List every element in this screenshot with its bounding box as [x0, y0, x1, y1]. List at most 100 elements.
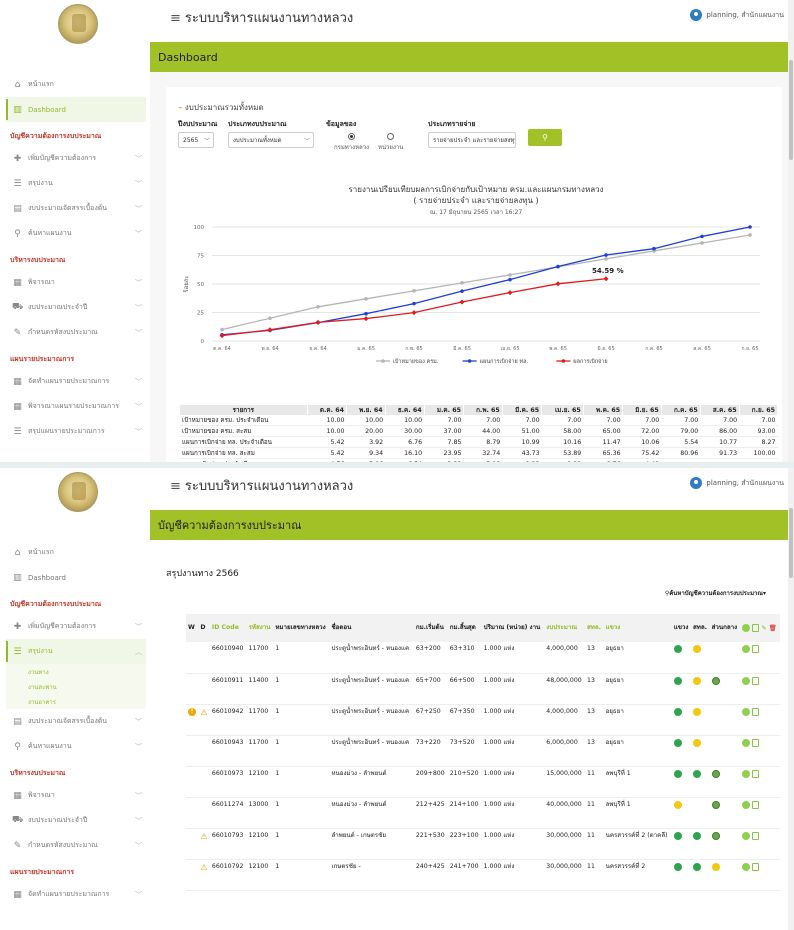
status-y-icon[interactable] — [673, 800, 682, 809]
sidebar-item-summary[interactable]: ☰ สรุปงาน ﹀ — [6, 171, 146, 196]
trash-icon[interactable]: 🗑 — [769, 625, 777, 632]
table-row[interactable]: ⚠ 66010792 12100 1 เกษตรชัย -240+425 241+700 1… — [186, 859, 780, 891]
scrollbar[interactable] — [788, 0, 794, 462]
user-menu[interactable]: planning, สำนักแผนงาน — [690, 9, 784, 21]
owner-radio-unit[interactable]: หน่วยงาน — [378, 133, 403, 152]
table-row[interactable]: 66011274 13000 1 หนองม่วง - ลำพยนต์ 212+425 2… — [186, 797, 780, 829]
document-icon[interactable] — [752, 831, 760, 840]
col-w[interactable]: W — [186, 614, 199, 642]
status-g-icon[interactable] — [673, 738, 682, 747]
sidebar-item-budget-code[interactable]: ✎ กำหนดรหัสงบประมาณ ﹀ — [6, 320, 146, 345]
scrollbar[interactable] — [788, 468, 794, 930]
status-b-icon[interactable] — [711, 769, 720, 778]
document-icon[interactable] — [752, 862, 760, 871]
status-b-icon[interactable] — [711, 800, 720, 809]
expense-type-select[interactable]: รายจ่ายประจำ และรายจ่ายลงทุน ﹀ — [428, 132, 516, 148]
sidebar-item-dashboard[interactable]: ▥ Dashboard — [6, 97, 146, 122]
sidebar-item-initial-budget[interactable]: ▤ งบประมาณจัดสรรเบื้องต้น ﹀ — [6, 709, 146, 734]
status-b-icon[interactable] — [711, 831, 720, 840]
sidebar-subitem-road[interactable]: งานทาง — [6, 664, 146, 679]
status-g-icon[interactable] — [673, 707, 682, 716]
table-row[interactable]: 66010911 11400 1 ประตูน้ำพระอินทร์ - หนองแค… — [186, 673, 780, 705]
status-g-icon[interactable] — [693, 862, 702, 871]
document-icon[interactable] — [752, 800, 760, 809]
sidebar-item-search-plan[interactable]: ⚲ ค้นหาแผนงาน ﹀ — [6, 221, 146, 246]
approve-icon[interactable] — [742, 676, 751, 685]
sidebar-subitem-bridge[interactable]: งานสะพาน — [6, 679, 146, 694]
status-g-icon[interactable] — [693, 769, 702, 778]
menu-icon[interactable]: ≡ — [170, 11, 181, 26]
document-icon[interactable] — [752, 707, 760, 716]
status-y-icon[interactable] — [693, 707, 702, 716]
status-g-icon[interactable] — [673, 831, 682, 840]
col-region[interactable]: สทล. — [585, 614, 604, 642]
document-icon[interactable] — [752, 738, 760, 747]
edit-icon[interactable]: ✎ — [761, 625, 766, 632]
col-budget[interactable]: งบประมาณ — [544, 614, 586, 642]
status-g-icon[interactable] — [693, 831, 702, 840]
approve-icon[interactable] — [742, 707, 751, 716]
table-row[interactable]: ⚠ 66010793 12100 1 ลำพยนต์ - เกษตรชัย 221+530… — [186, 828, 780, 860]
sidebar-item-summary-estimate[interactable]: ☰ สรุปแผนรายประมาณการ ﹀ — [6, 419, 146, 444]
sidebar-item-consider[interactable]: ▦ พิจารณา ﹀ — [6, 783, 146, 808]
status-y-icon[interactable] — [693, 676, 702, 685]
warning-icon[interactable]: ⚠ — [200, 832, 207, 841]
budget-type-select[interactable]: งบประมาณทั้งหมด ﹀ — [228, 132, 314, 148]
approve-icon[interactable] — [742, 800, 751, 809]
year-select[interactable]: 2565 ﹀ — [178, 132, 214, 148]
sidebar-item-add-request[interactable]: ✚ เพิ่มบัญชีความต้องการ ﹀ — [6, 614, 146, 639]
sidebar-item-annual-budget[interactable]: ⛟ งบประมาณประจำปี ﹀ — [6, 295, 146, 320]
sidebar-item-search-plan[interactable]: ⚲ ค้นหาแผนงาน ﹀ — [6, 734, 146, 759]
status-y-icon[interactable] — [711, 862, 720, 871]
sidebar-item-create-estimate[interactable]: ▦ จัดทำแผนรายประมาณการ ﹀ — [6, 369, 146, 394]
sidebar-item-create-estimate[interactable]: ▦ จัดทำแผนรายประมาณการ ﹀ — [6, 882, 146, 907]
sidebar-item-home[interactable]: ⌂ หน้าแรก — [6, 72, 146, 97]
col-work-code[interactable]: รหัสงาน — [246, 614, 274, 642]
document-icon[interactable] — [752, 623, 760, 632]
sidebar-item-consider-estimate[interactable]: ▦ พิจารณาแผนรายประมาณการ ﹀ — [6, 394, 146, 419]
status-g-icon[interactable] — [673, 645, 682, 653]
sidebar-item-initial-budget[interactable]: ▤ งบประมาณจัดสรรเบื้องต้น ﹀ — [6, 196, 146, 221]
sidebar-item-consider[interactable]: ▦ พิจารณา ﹀ — [6, 270, 146, 295]
approve-icon[interactable] — [742, 831, 751, 840]
sidebar-subitem-building[interactable]: งานอาคาร — [6, 694, 146, 709]
sidebar-item-dashboard[interactable]: ▥ Dashboard — [6, 565, 146, 590]
document-icon[interactable] — [752, 676, 760, 685]
status-y-icon[interactable] — [693, 738, 702, 747]
status-g-icon[interactable] — [673, 676, 682, 685]
col-highway-no[interactable]: หมายเลขทางหลวง — [273, 614, 330, 642]
scrollbar-thumb[interactable] — [789, 508, 793, 578]
document-icon[interactable] — [752, 645, 760, 653]
status-g-icon[interactable] — [673, 769, 682, 778]
approve-icon[interactable] — [742, 645, 751, 653]
col-km-end[interactable]: กม.สิ้นสุด — [447, 614, 482, 642]
status-b-icon[interactable] — [711, 676, 720, 685]
table-row[interactable]: 66010940 11700 1 ประตูน้ำพระอินทร์ - หนองแค… — [186, 642, 780, 674]
sidebar-item-add-request[interactable]: ✚ เพิ่มบัญชีความต้องการ ﹀ — [6, 146, 146, 171]
table-row[interactable]: ! ⚠ 66010942 11700 1 ประตูน้ำพระอินทร์ - หนอง… — [186, 704, 780, 736]
status-g-icon[interactable] — [673, 862, 682, 871]
sidebar-item-budget-code[interactable]: ✎ กำหนดรหัสงบประมาณ ﹀ — [6, 833, 146, 858]
info-icon[interactable]: ! — [188, 707, 196, 716]
table-row[interactable]: 66010943 11700 1 ประตูน้ำพระอินทร์ - หนองแค… — [186, 735, 780, 767]
sidebar-item-home[interactable]: ⌂ หน้าแรก — [6, 540, 146, 565]
col-section-name[interactable]: ชื่อตอน — [329, 614, 414, 642]
sidebar-item-annual-budget[interactable]: ⛟ งบประมาณประจำปี ﹀ — [6, 808, 146, 833]
status-y-icon[interactable] — [693, 645, 702, 653]
warning-icon[interactable]: ⚠ — [200, 708, 207, 717]
approve-icon[interactable] — [742, 769, 751, 778]
search-button[interactable]: ⚲ — [528, 129, 562, 146]
col-district[interactable]: แขวง — [603, 614, 672, 642]
col-d[interactable]: D — [198, 614, 210, 642]
table-row[interactable]: 66010973 12100 1 หนองม่วง - ลำพยนต์ 209+800 2… — [186, 766, 780, 798]
approve-all-icon[interactable] — [742, 623, 751, 632]
approve-icon[interactable] — [742, 862, 751, 871]
user-menu[interactable]: planning, สำนักแผนงาน — [690, 477, 784, 489]
scrollbar-thumb[interactable] — [789, 60, 793, 160]
col-id-code[interactable]: ID Code — [209, 614, 247, 642]
search-request-link[interactable]: ⚲ค้นหาบัญชีความต้องการงบประมาณ▾ — [665, 588, 766, 598]
document-icon[interactable] — [752, 769, 760, 778]
owner-radio-department[interactable]: กรมทางหลวง — [334, 133, 369, 152]
col-quantity[interactable]: ปริมาณ (หน่วย) งาน — [481, 614, 545, 642]
menu-icon[interactable]: ≡ — [170, 479, 181, 494]
